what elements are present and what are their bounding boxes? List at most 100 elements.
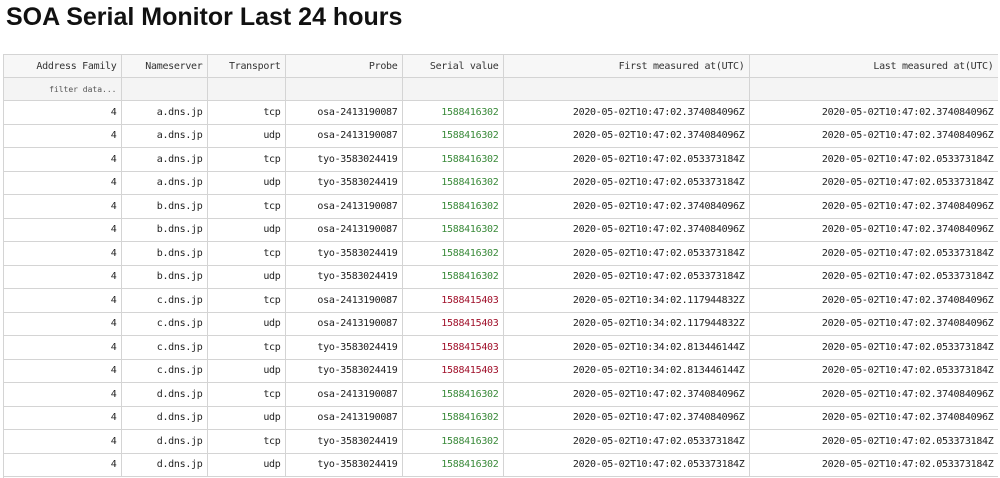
cell-first-measured: 2020-05-02T10:47:02.374084096Z	[503, 194, 750, 219]
cell-nameserver: b.dns.jp	[121, 218, 208, 242]
cell-nameserver: d.dns.jp	[121, 429, 208, 454]
cell-serial-value: 1588416302	[402, 382, 504, 407]
cell-probe: tyo-3583024419	[285, 429, 403, 454]
column-header-nameserver[interactable]: Nameserver	[121, 55, 208, 78]
cell-last-measured: 2020-05-02T10:47:02.374084096Z	[749, 100, 998, 125]
cell-transport: udp	[207, 359, 286, 383]
cell-nameserver: a.dns.jp	[121, 124, 208, 148]
cell-transport: udp	[207, 406, 286, 430]
cell-serial-value: 1588416302	[402, 453, 504, 477]
cell-first-measured: 2020-05-02T10:47:02.374084096Z	[503, 406, 750, 430]
cell-serial-value: 1588416302	[402, 124, 504, 148]
table-row: 4 c.dns.jp udp tyo-3583024419 1588415403 2020…	[4, 359, 998, 383]
cell-last-measured: 2020-05-02T10:47:02.053373184Z	[749, 241, 998, 266]
cell-first-measured: 2020-05-02T10:47:02.053373184Z	[503, 171, 750, 195]
column-header-serial-value[interactable]: Serial value	[402, 55, 504, 78]
cell-first-measured: 2020-05-02T10:47:02.053373184Z	[503, 265, 750, 289]
filter-cell-transport[interactable]	[207, 77, 286, 101]
cell-last-measured: 2020-05-02T10:47:02.053373184Z	[749, 453, 998, 477]
cell-probe: osa-2413190087	[285, 100, 403, 125]
cell-address-family: 4	[4, 406, 122, 430]
table-row: 4 d.dns.jp tcp tyo-3583024419 1588416302 2020…	[4, 429, 998, 454]
cell-transport: udp	[207, 218, 286, 242]
column-header-probe[interactable]: Probe	[285, 55, 403, 78]
cell-nameserver: b.dns.jp	[121, 194, 208, 219]
table-row: 4 a.dns.jp tcp tyo-3583024419 1588416302 2020…	[4, 147, 998, 172]
cell-first-measured: 2020-05-02T10:47:02.374084096Z	[503, 124, 750, 148]
cell-last-measured: 2020-05-02T10:47:02.374084096Z	[749, 124, 998, 148]
cell-nameserver: c.dns.jp	[121, 288, 208, 313]
filter-row	[4, 77, 998, 101]
cell-nameserver: d.dns.jp	[121, 406, 208, 430]
table-row: 4 b.dns.jp tcp osa-2413190087 1588416302 2020…	[4, 194, 998, 219]
cell-probe: tyo-3583024419	[285, 171, 403, 195]
cell-first-measured: 2020-05-02T10:47:02.053373184Z	[503, 429, 750, 454]
cell-transport: tcp	[207, 335, 286, 360]
table-row: 4 b.dns.jp udp osa-2413190087 1588416302 2020…	[4, 218, 998, 242]
cell-probe: osa-2413190087	[285, 382, 403, 407]
cell-address-family: 4	[4, 429, 122, 454]
cell-address-family: 4	[4, 241, 122, 266]
cell-serial-value: 1588416302	[402, 147, 504, 172]
cell-last-measured: 2020-05-02T10:47:02.053373184Z	[749, 147, 998, 172]
cell-transport: udp	[207, 453, 286, 477]
filter-input-address-family[interactable]	[4, 84, 117, 94]
cell-last-measured: 2020-05-02T10:47:02.053373184Z	[749, 429, 998, 454]
table-row: 4 c.dns.jp udp osa-2413190087 1588415403 2020…	[4, 312, 998, 336]
filter-cell-last-measured[interactable]	[749, 77, 998, 101]
column-header-last-measured[interactable]: Last measured at(UTC)	[749, 55, 998, 78]
filter-cell-probe[interactable]	[285, 77, 403, 101]
cell-transport: tcp	[207, 100, 286, 125]
cell-nameserver: c.dns.jp	[121, 312, 208, 336]
cell-transport: tcp	[207, 429, 286, 454]
cell-probe: osa-2413190087	[285, 312, 403, 336]
column-header-transport[interactable]: Transport	[207, 55, 286, 78]
column-header-address-family[interactable]: Address Family	[4, 55, 122, 78]
filter-cell-first-measured[interactable]	[503, 77, 750, 101]
cell-last-measured: 2020-05-02T10:47:02.053373184Z	[749, 171, 998, 195]
filter-cell-address-family	[4, 77, 122, 101]
filter-cell-serial-value[interactable]	[402, 77, 504, 101]
cell-probe: osa-2413190087	[285, 218, 403, 242]
cell-serial-value: 1588416302	[402, 194, 504, 219]
cell-first-measured: 2020-05-02T10:47:02.374084096Z	[503, 382, 750, 407]
cell-transport: tcp	[207, 147, 286, 172]
cell-transport: udp	[207, 312, 286, 336]
table-row: 4 d.dns.jp tcp osa-2413190087 1588416302 2020…	[4, 382, 998, 407]
table-body: 4 a.dns.jp tcp osa-2413190087 1588416302 2020…	[4, 100, 998, 477]
cell-first-measured: 2020-05-02T10:34:02.117944832Z	[503, 312, 750, 336]
cell-nameserver: c.dns.jp	[121, 359, 208, 383]
cell-last-measured: 2020-05-02T10:47:02.053373184Z	[749, 335, 998, 360]
cell-transport: udp	[207, 124, 286, 148]
cell-transport: udp	[207, 265, 286, 289]
cell-nameserver: a.dns.jp	[121, 100, 208, 125]
cell-last-measured: 2020-05-02T10:47:02.374084096Z	[749, 312, 998, 336]
cell-probe: osa-2413190087	[285, 194, 403, 219]
cell-address-family: 4	[4, 335, 122, 360]
cell-probe: osa-2413190087	[285, 288, 403, 313]
cell-serial-value: 1588415403	[402, 359, 504, 383]
column-header-first-measured[interactable]: First measured at(UTC)	[503, 55, 750, 78]
cell-serial-value: 1588416302	[402, 429, 504, 454]
cell-address-family: 4	[4, 100, 122, 125]
cell-transport: tcp	[207, 241, 286, 266]
cell-transport: udp	[207, 171, 286, 195]
serial-table-container: Address Family Nameserver Transport Prob…	[3, 54, 998, 478]
table-row: 4 b.dns.jp tcp tyo-3583024419 1588416302 2020…	[4, 241, 998, 266]
cell-probe: tyo-3583024419	[285, 147, 403, 172]
cell-last-measured: 2020-05-02T10:47:02.374084096Z	[749, 194, 998, 219]
cell-nameserver: a.dns.jp	[121, 147, 208, 172]
cell-probe: tyo-3583024419	[285, 453, 403, 477]
cell-address-family: 4	[4, 218, 122, 242]
cell-address-family: 4	[4, 124, 122, 148]
cell-probe: osa-2413190087	[285, 124, 403, 148]
cell-last-measured: 2020-05-02T10:47:02.053373184Z	[749, 265, 998, 289]
page-title: SOA Serial Monitor Last 24 hours	[6, 3, 403, 31]
cell-first-measured: 2020-05-02T10:47:02.374084096Z	[503, 100, 750, 125]
table-row: 4 a.dns.jp udp tyo-3583024419 1588416302 2020…	[4, 171, 998, 195]
cell-address-family: 4	[4, 359, 122, 383]
header-row: Address Family Nameserver Transport Prob…	[4, 55, 998, 78]
table-row: 4 b.dns.jp udp tyo-3583024419 1588416302 2020…	[4, 265, 998, 289]
cell-serial-value: 1588416302	[402, 265, 504, 289]
filter-cell-nameserver[interactable]	[121, 77, 208, 101]
